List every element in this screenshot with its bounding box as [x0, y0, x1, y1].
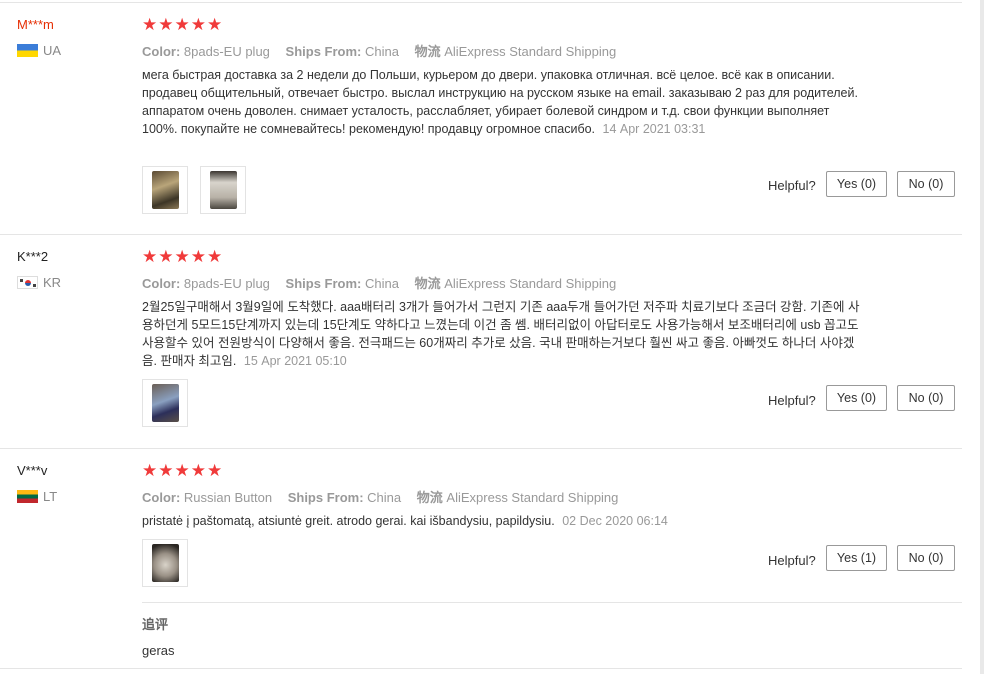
helpful-no-button[interactable]: No (0) — [897, 385, 955, 411]
review-body: pristatė į paštomatą, atsiuntė greit. at… — [142, 514, 555, 528]
divider — [0, 234, 962, 235]
additional-review-title: 追评 — [142, 617, 169, 632]
helpful-no-button[interactable]: No (0) — [897, 171, 955, 197]
reviewer-country: KR — [17, 275, 61, 290]
ships-from-label: Ships From: — [287, 490, 364, 505]
color-value: 8pads-EU plug — [183, 44, 270, 59]
helpful-label: Helpful? — [768, 178, 816, 193]
country-code: KR — [43, 275, 62, 290]
shipping-label: 物流 — [416, 490, 443, 505]
review-photo[interactable] — [142, 539, 188, 587]
shipping-value: AliExpress Standard Shipping — [444, 276, 617, 291]
ships-from-value: China — [365, 276, 399, 291]
vertical-scrollbar[interactable] — [980, 0, 984, 674]
divider — [0, 2, 962, 3]
additional-review-divider — [142, 602, 962, 603]
divider — [0, 448, 962, 449]
helpful-yes-button[interactable]: Yes (0) — [826, 171, 887, 197]
divider — [0, 668, 962, 669]
helpful-yes-button[interactable]: Yes (1) — [826, 545, 887, 571]
ships-from-value: China — [367, 490, 402, 505]
review-meta: Color: Russian Button Ships From: China … — [142, 487, 618, 506]
review-text: мега быстрая доставка за 2 недели до Пол… — [142, 66, 862, 138]
helpful-yes-button[interactable]: Yes (0) — [826, 385, 887, 411]
helpful-no-button[interactable]: No (0) — [897, 545, 955, 571]
helpful-label: Helpful? — [768, 553, 816, 568]
review-body: мега быстрая доставка за 2 недели до Пол… — [142, 68, 858, 136]
country-code: LT — [43, 489, 58, 504]
ships-from-label: Ships From: — [285, 276, 362, 291]
lithuania-flag-icon — [17, 490, 38, 503]
ships-from-value: China — [365, 44, 399, 59]
star-rating: ★★★★★ — [142, 15, 224, 34]
review-date: 15 Apr 2021 05:10 — [243, 354, 347, 368]
color-value: 8pads-EU plug — [183, 276, 270, 291]
review-photo[interactable] — [142, 166, 188, 214]
reviewer-country: LT — [17, 489, 57, 504]
review-meta: Color: 8pads-EU plug Ships From: China 物… — [142, 41, 616, 60]
country-code: UA — [43, 43, 62, 58]
review-text: 2월25일구매해서 3월9일에 도착했다. aaa배터리 3개가 들어가서 그런… — [142, 298, 862, 370]
review-text: pristatė į paštomatą, atsiuntė greit. at… — [142, 512, 862, 530]
ukraine-flag-icon — [17, 44, 38, 57]
review-photo[interactable] — [142, 379, 188, 427]
additional-review-text: geras — [142, 643, 175, 658]
star-rating: ★★★★★ — [142, 461, 224, 480]
star-rating: ★★★★★ — [142, 247, 224, 266]
shipping-label: 物流 — [414, 276, 441, 291]
reviewer-name: M***m — [17, 17, 54, 32]
review-date: 02 Dec 2020 06:14 — [562, 514, 668, 528]
reviewer-country: UA — [17, 43, 61, 58]
color-label: Color: — [142, 276, 181, 291]
color-label: Color: — [142, 44, 181, 59]
shipping-label: 物流 — [414, 44, 441, 59]
review-photo[interactable] — [200, 166, 246, 214]
shipping-value: AliExpress Standard Shipping — [446, 490, 619, 505]
korea-flag-icon — [17, 276, 38, 289]
reviewer-name: V***v — [17, 463, 48, 478]
color-value: Russian Button — [183, 490, 273, 505]
review-meta: Color: 8pads-EU plug Ships From: China 物… — [142, 273, 616, 292]
review-date: 14 Apr 2021 03:31 — [602, 122, 706, 136]
helpful-label: Helpful? — [768, 393, 816, 408]
ships-from-label: Ships From: — [285, 44, 362, 59]
color-label: Color: — [142, 490, 181, 505]
reviewer-name: K***2 — [17, 249, 49, 264]
shipping-value: AliExpress Standard Shipping — [444, 44, 617, 59]
